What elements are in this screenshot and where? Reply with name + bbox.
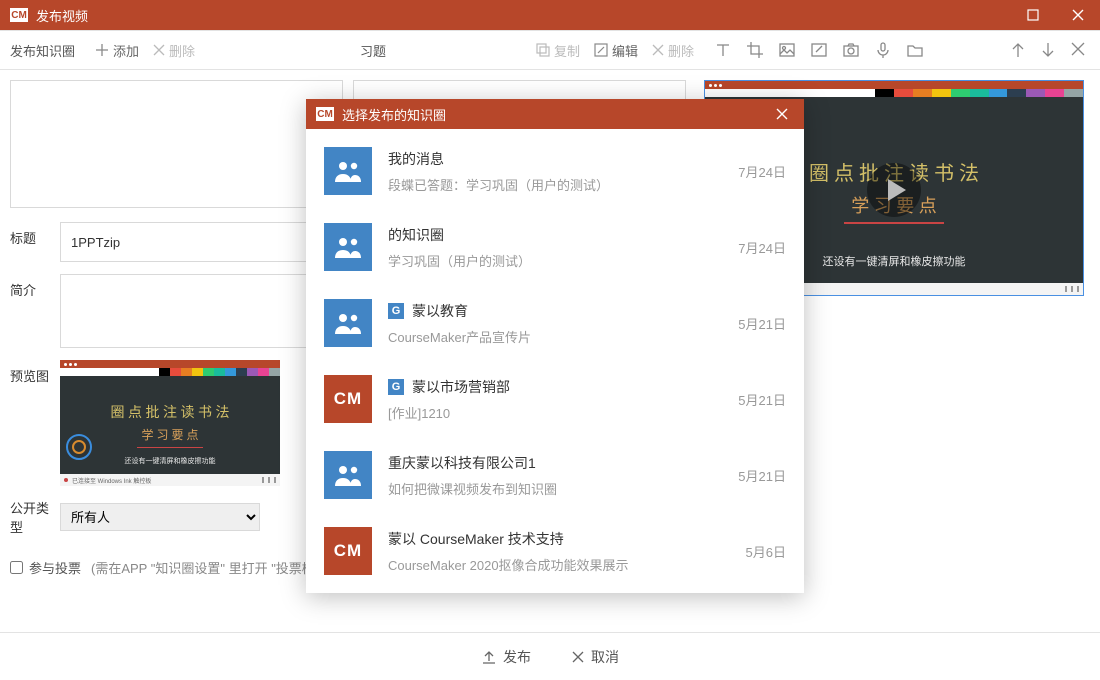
mic-icon[interactable] [874, 41, 892, 59]
open-type-label: 公开类型 [10, 498, 60, 536]
circle-subtitle: 学习巩固（用户的测试） [388, 251, 728, 270]
dialog-close-button[interactable] [759, 99, 804, 129]
upload-icon [481, 649, 497, 665]
crop-icon[interactable] [746, 41, 764, 59]
avatar-people [324, 147, 372, 195]
circle-name: 重庆蒙以科技有限公司1 [388, 453, 536, 473]
edit-label: 编辑 [612, 41, 638, 60]
circle-date: 5月6日 [746, 542, 786, 561]
dialog-title: 选择发布的知识圈 [342, 105, 759, 124]
copy-label: 复制 [554, 41, 580, 60]
select-circle-dialog: CM 选择发布的知识圈 我的消息 段蝶已答题：学习巩固（用户的测试） 7月24日… [306, 99, 804, 593]
toolbar: 发布知识圈 添加 删除 习题 复制 编辑 删除 [0, 30, 1100, 70]
circle-item[interactable]: CM 蒙以 CourseMaker 技术支持 CourseMaker 2020抠… [306, 513, 804, 589]
open-type-select[interactable]: 所有人 [60, 503, 260, 531]
x-icon [153, 44, 165, 56]
add-button[interactable]: 添加 [95, 41, 139, 60]
avatar-people [324, 299, 372, 347]
board-caption: 还设有一键清屏和橡皮擦功能 [823, 253, 966, 269]
publish-circle-label: 发布知识圈 [10, 41, 75, 60]
delete-button[interactable]: 删除 [153, 41, 195, 60]
avatar-cm: CM [324, 527, 372, 575]
x-icon [652, 44, 664, 56]
circle-name: 蒙以教育 [412, 301, 468, 321]
publish-circle-box[interactable] [10, 80, 343, 208]
circle-date: 7月24日 [738, 162, 786, 181]
preview-thumbnail[interactable]: 圈 点 批 注 读 书 法 学 习 要 点 还设有一键清屏和橡皮擦功能 已连接至… [60, 360, 280, 486]
arrow-up-icon[interactable] [1010, 41, 1026, 59]
cancel-button[interactable]: 取消 [571, 647, 619, 667]
avatar-people [324, 223, 372, 271]
avatar-people [324, 451, 372, 499]
add-label: 添加 [113, 41, 139, 60]
dialog-list: 我的消息 段蝶已答题：学习巩固（用户的测试） 7月24日 的知识圈 学习巩固（用… [306, 129, 804, 593]
board-line2: 学 习 要 点 [141, 426, 198, 443]
vote-checkbox[interactable] [10, 561, 23, 574]
circle-date: 5月21日 [738, 466, 786, 485]
window-titlebar: CM 发布视频 [0, 0, 1100, 30]
publish-label: 发布 [503, 647, 531, 667]
circle-subtitle: CourseMaker 2020抠像合成功能效果展示 [388, 555, 736, 574]
avatar-cm: CM [324, 375, 372, 423]
circle-item[interactable]: 我的消息 段蝶已答题：学习巩固（用户的测试） 7月24日 [306, 133, 804, 209]
board-line1: 圈 点 批 注 读 书 法 [111, 402, 230, 422]
edit-icon [594, 43, 608, 57]
circle-date: 7月24日 [738, 238, 786, 257]
x-clear-icon[interactable] [1070, 41, 1086, 59]
edit-button[interactable]: 编辑 [594, 41, 638, 60]
circle-subtitle: CourseMaker产品宣传片 [388, 327, 728, 346]
circle-name: 蒙以市场营销部 [412, 377, 510, 397]
delete2-button[interactable]: 删除 [652, 41, 694, 60]
pencil-icon[interactable] [810, 41, 828, 59]
copy-button[interactable]: 复制 [536, 41, 580, 60]
publish-button[interactable]: 发布 [481, 647, 531, 667]
footer: 发布 取消 [0, 632, 1100, 680]
text-tool-icon[interactable] [714, 41, 732, 59]
circle-subtitle: [作业]1210 [388, 403, 728, 422]
board-bottom-text: 已连接至 Windows Ink 触控板 [72, 476, 151, 485]
folder-icon[interactable] [906, 41, 924, 59]
plus-icon [95, 43, 109, 57]
play-icon[interactable] [867, 163, 921, 217]
group-badge: G [388, 303, 404, 319]
app-icon: CM [10, 8, 28, 22]
title-label: 标题 [10, 222, 60, 247]
group-badge: G [388, 379, 404, 395]
intro-label: 简介 [10, 274, 60, 299]
x-icon [571, 650, 585, 664]
close-button[interactable] [1055, 0, 1100, 30]
circle-item[interactable]: 重庆蒙以科技有限公司1 如何把微课视频发布到知识圈 5月21日 [306, 437, 804, 513]
circle-name: 蒙以 CourseMaker 技术支持 [388, 529, 564, 549]
dialog-titlebar: CM 选择发布的知识圈 [306, 99, 804, 129]
vote-hint: (需在APP "知识圈设置" 里打开 "投票模式" ) [91, 558, 340, 577]
preview-label: 预览图 [10, 360, 60, 385]
circle-item[interactable]: G 蒙以教育 CourseMaker产品宣传片 5月21日 [306, 285, 804, 361]
vote-label: 参与投票 [29, 558, 81, 577]
exercise-label: 习题 [360, 41, 386, 60]
circle-date: 5月21日 [738, 390, 786, 409]
circle-subtitle: 段蝶已答题：学习巩固（用户的测试） [388, 175, 728, 194]
circle-item[interactable]: 的知识圈 学习巩固（用户的测试） 7月24日 [306, 209, 804, 285]
arrow-down-icon[interactable] [1040, 41, 1056, 59]
circle-item[interactable]: CM G 蒙以市场营销部 [作业]1210 5月21日 [306, 361, 804, 437]
delete-label: 删除 [169, 41, 195, 60]
circle-name: 我的消息 [388, 149, 444, 169]
circle-date: 5月21日 [738, 314, 786, 333]
circle-name: 的知识圈 [388, 225, 444, 245]
dialog-app-icon: CM [316, 107, 334, 121]
image-icon[interactable] [778, 41, 796, 59]
circle-subtitle: 如何把微课视频发布到知识圈 [388, 479, 728, 498]
camera-icon[interactable] [842, 41, 860, 59]
window-title: 发布视频 [36, 6, 1010, 25]
board-caption: 还设有一键清屏和橡皮擦功能 [125, 456, 216, 466]
cancel-label: 取消 [591, 647, 619, 667]
copy-icon [536, 43, 550, 57]
delete2-label: 删除 [668, 41, 694, 60]
maximize-button[interactable] [1010, 0, 1055, 30]
